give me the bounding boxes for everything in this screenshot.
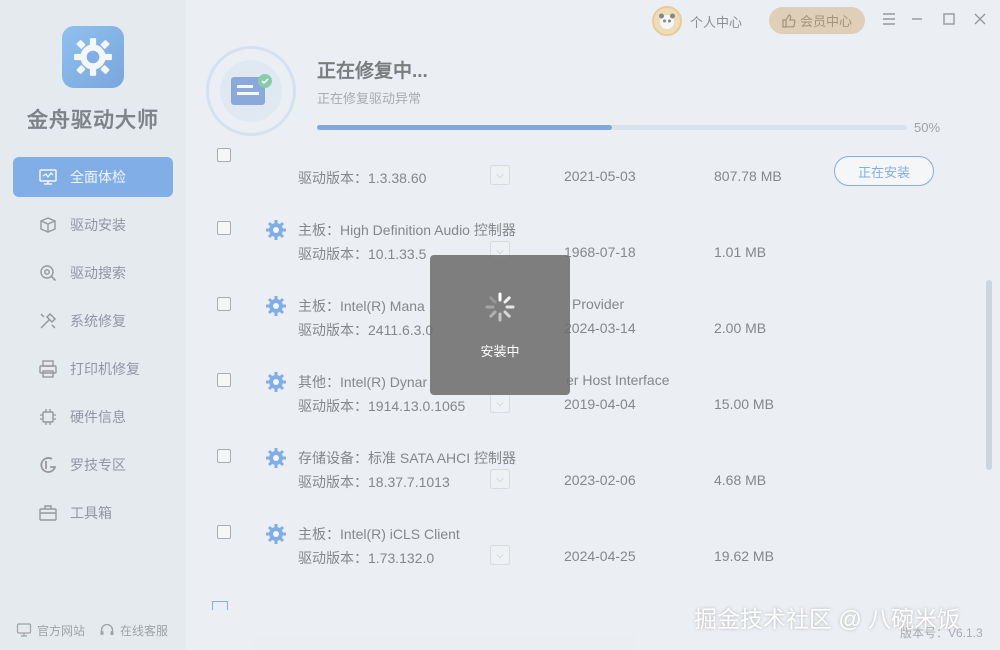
spinner-icon (485, 292, 515, 321)
loading-dialog: 安装中 (430, 255, 570, 395)
watermark: 掘金技术社区 @ 八碗米饭 (694, 606, 961, 632)
loading-text: 安装中 (480, 343, 520, 359)
